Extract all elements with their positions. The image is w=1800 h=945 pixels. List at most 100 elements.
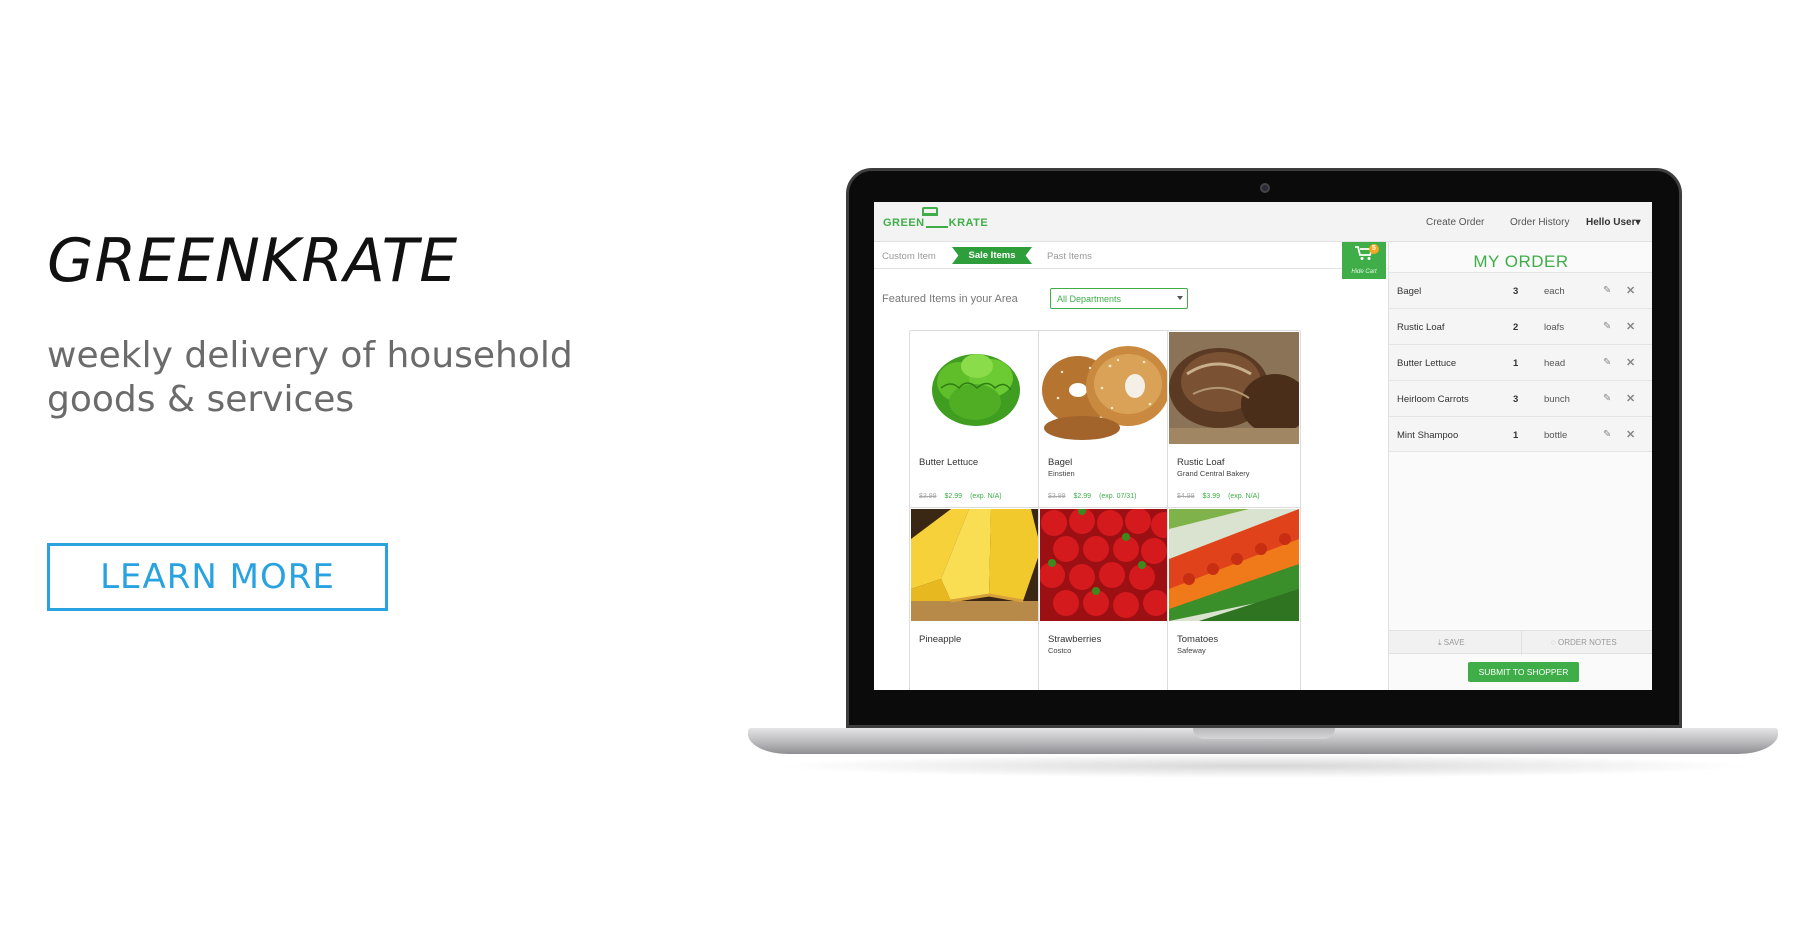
product-card[interactable]: Tomatoes Safeway (1167, 507, 1301, 690)
webcam-icon (1260, 183, 1270, 193)
remove-icon[interactable]: ✕ (1626, 356, 1635, 369)
nav-order-history[interactable]: Order History (1510, 217, 1569, 228)
order-item-name: Butter Lettuce (1397, 358, 1457, 369)
order-item-name: Rustic Loaf (1397, 322, 1445, 333)
tab-past-items[interactable]: Past Items (1047, 251, 1092, 262)
order-item-name: Bagel (1397, 286, 1422, 297)
order-row: Bagel 3 each ✎ ✕ (1389, 272, 1652, 308)
order-row: Rustic Loaf 2 loafs ✎ ✕ (1389, 308, 1652, 344)
product-store: Costco (1048, 646, 1072, 655)
my-order-panel: MY ORDER Bagel 3 each ✎ ✕ Rustic Loaf 2 … (1388, 242, 1652, 690)
lettuce-image (911, 332, 1041, 444)
order-item-qty: 1 (1513, 430, 1519, 441)
product-name: Bagel (1048, 457, 1073, 468)
order-item-unit: each (1544, 286, 1565, 297)
order-item-unit: bunch (1544, 394, 1570, 405)
logo-krate: KRATE (948, 217, 989, 229)
tomatoes-image (1169, 509, 1299, 621)
order-item-unit: head (1544, 358, 1566, 369)
pencil-icon[interactable]: ✎ (1603, 429, 1611, 440)
laptop-notch (1193, 728, 1335, 739)
brand-title: GREENKRATE (47, 226, 459, 296)
order-row: Heirloom Carrots 3 bunch ✎ ✕ (1389, 380, 1652, 416)
download-icon: ⤓ (1438, 638, 1442, 647)
order-item-unit: loafs (1544, 322, 1565, 333)
product-store: Safeway (1177, 646, 1206, 655)
footer-divider (1521, 631, 1522, 655)
order-notes-label: ORDER NOTES (1558, 638, 1617, 647)
product-card[interactable]: Butter Lettuce $3.99 $2.99 (exp. N/A) (909, 330, 1043, 520)
order-item-unit: bottle (1544, 430, 1568, 441)
bagel-image (1040, 332, 1170, 444)
tab-sale-items[interactable]: Sale Items (952, 247, 1032, 264)
pencil-icon[interactable]: ✎ (1603, 321, 1611, 332)
remove-icon[interactable]: ✕ (1626, 428, 1635, 441)
product-card[interactable]: Rustic Loaf Grand Central Bakery $4.99 $3… (1167, 330, 1301, 520)
logo-divider (925, 226, 948, 228)
sale-price: $2.99 (1073, 493, 1092, 500)
featured-label: Featured Items in your Area (882, 293, 1018, 305)
laptop-shadow (770, 754, 1756, 778)
nav-create-order[interactable]: Create Order (1426, 217, 1484, 228)
product-name: Butter Lettuce (919, 457, 979, 468)
product-name: Rustic Loaf (1177, 457, 1225, 468)
old-price: $3.99 (1048, 493, 1066, 500)
pencil-icon[interactable]: ✎ (1603, 357, 1611, 368)
sale-price: $3.99 (1202, 493, 1221, 500)
tagline-line-2: goods & services (47, 379, 355, 420)
learn-more-button[interactable]: LEARN MORE (47, 543, 388, 611)
tagline: weekly delivery of household goods & ser… (47, 334, 607, 422)
remove-icon[interactable]: ✕ (1626, 284, 1635, 297)
cart-count-badge: 5 (1369, 244, 1379, 254)
order-item-name: Mint Shampoo (1397, 430, 1459, 441)
product-prices: $4.99 $3.99 (exp. N/A) (1177, 493, 1260, 500)
order-notes-button[interactable]: ◌ ORDER NOTES (1551, 638, 1617, 647)
order-row: Butter Lettuce 1 head ✎ ✕ (1389, 344, 1652, 380)
pencil-icon[interactable]: ✎ (1603, 393, 1611, 404)
order-footer: ⤓ SAVE ◌ ORDER NOTES (1389, 630, 1652, 655)
order-row: Mint Shampoo 1 bottle ✎ ✕ (1389, 416, 1652, 452)
remove-icon[interactable]: ✕ (1626, 392, 1635, 405)
app-screen: GREEN KRATE Create Order Order History He… (874, 202, 1652, 690)
user-menu[interactable]: Hello User▾ (1586, 217, 1640, 228)
hide-cart-button[interactable]: 5 Hide Cart (1342, 242, 1386, 279)
product-name: Pineapple (919, 634, 962, 645)
tab-custom-item[interactable]: Custom Item (882, 251, 936, 262)
product-store: Einstien (1048, 469, 1075, 478)
tagline-line-1: weekly delivery of household (47, 335, 573, 376)
product-store: Grand Central Bakery (1177, 469, 1250, 478)
product-prices: $3.99 $2.99 (exp. N/A) (919, 493, 1002, 500)
product-card[interactable]: Strawberries Costco (1038, 507, 1172, 690)
remove-icon[interactable]: ✕ (1626, 320, 1635, 333)
old-price: $4.99 (1177, 493, 1195, 500)
old-price: $3.99 (919, 493, 937, 500)
product-prices: $3.99 $2.99 (exp. 07/31) (1048, 493, 1136, 500)
caret-down-icon (1177, 296, 1183, 300)
product-card[interactable]: Pineapple (909, 507, 1043, 690)
order-item-qty: 1 (1513, 358, 1519, 369)
product-card[interactable]: Bagel Einstien $3.99 $2.99 (exp. 07/31) (1038, 330, 1172, 520)
save-label: SAVE (1443, 638, 1465, 647)
expiration: (exp. N/A) (1228, 493, 1260, 500)
hide-cart-label: Hide Cart (1351, 269, 1377, 275)
rustic-loaf-image (1169, 332, 1299, 444)
app-logo[interactable]: GREEN KRATE (883, 217, 988, 229)
product-name: Tomatoes (1177, 634, 1219, 645)
order-item-name: Heirloom Carrots (1397, 394, 1469, 405)
product-name: Strawberries (1048, 634, 1102, 645)
sale-price: $2.99 (944, 493, 963, 500)
comment-icon: ◌ (1551, 638, 1556, 647)
order-item-qty: 2 (1513, 322, 1519, 333)
department-select[interactable]: All Departments (1050, 288, 1188, 309)
pineapple-image (911, 509, 1041, 621)
strawberries-image (1040, 509, 1170, 621)
pencil-icon[interactable]: ✎ (1603, 285, 1611, 296)
expiration: (exp. 07/31) (1099, 493, 1137, 500)
app-header: GREEN KRATE Create Order Order History He… (874, 202, 1652, 242)
order-item-qty: 3 (1513, 394, 1519, 405)
submit-to-shopper-button[interactable]: SUBMIT TO SHOPPER (1468, 662, 1579, 682)
crate-icon (922, 207, 938, 216)
save-button[interactable]: ⤓ SAVE (1438, 638, 1465, 648)
order-item-qty: 3 (1513, 286, 1519, 297)
my-order-title: MY ORDER (1473, 252, 1569, 271)
